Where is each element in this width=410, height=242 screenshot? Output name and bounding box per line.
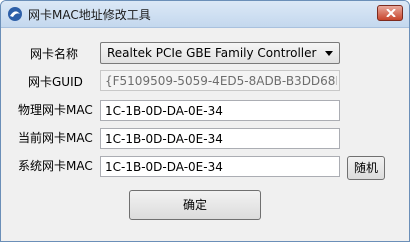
adapter-select-value: Realtek PCIe GBE Family Controller (107, 46, 317, 60)
physical-mac-label: 物理网卡MAC (18, 103, 93, 117)
current-mac-label: 当前网卡MAC (18, 131, 93, 145)
guid-value: {F5109509-5059-4ED5-8ADB-B3DD68F689 (105, 74, 337, 88)
system-mac-field[interactable]: 1C-1B-0D-DA-0E-34 (100, 156, 340, 177)
physical-mac-value: 1C-1B-0D-DA-0E-34 (105, 104, 223, 118)
random-button[interactable]: 随机 (347, 156, 385, 180)
guid-field[interactable]: {F5109509-5059-4ED5-8ADB-B3DD68F689 (100, 70, 340, 91)
chevron-down-icon (325, 51, 333, 56)
current-mac-field[interactable]: 1C-1B-0D-DA-0E-34 (100, 128, 340, 149)
system-mac-label: 系统网卡MAC (18, 159, 93, 173)
title-bar: 网卡MAC地址修改工具 (1, 1, 409, 28)
app-window: 网卡MAC地址修改工具 网卡名称 Realtek PCIe GBE Family… (0, 0, 410, 242)
adapter-guid-label: 网卡GUID (28, 75, 83, 89)
system-mac-value: 1C-1B-0D-DA-0E-34 (105, 160, 223, 174)
close-button[interactable] (377, 5, 403, 21)
close-icon (386, 9, 396, 17)
adapter-select[interactable]: Realtek PCIe GBE Family Controller (100, 42, 340, 64)
adapter-name-label: 网卡名称 (30, 47, 79, 61)
window-title: 网卡MAC地址修改工具 (28, 8, 151, 22)
physical-mac-field[interactable]: 1C-1B-0D-DA-0E-34 (100, 100, 340, 121)
app-logo-icon (7, 6, 23, 22)
ok-button[interactable]: 确定 (129, 190, 261, 220)
current-mac-value: 1C-1B-0D-DA-0E-34 (105, 132, 223, 146)
